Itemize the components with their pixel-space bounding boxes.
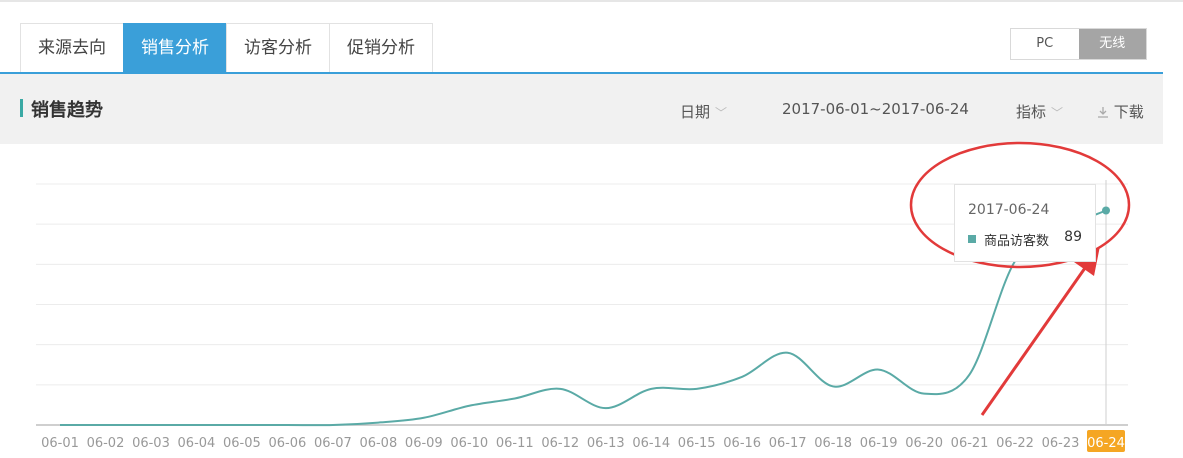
chevron-down-icon: ﹀ [1051,106,1064,120]
chart-tooltip: 2017-06-24 商品访客数 89 [954,184,1096,262]
x-tick-label: 06-10 [450,436,488,451]
metric-dropdown[interactable]: 指标 ﹀ [1016,101,1063,122]
x-tick-label: 06-05 [223,436,261,451]
x-tick-label: 06-22 [996,436,1034,451]
x-tick-label: 06-21 [951,436,989,451]
x-tick-label: 06-12 [541,436,579,451]
tab-promotion[interactable]: 促销分析 [329,23,433,73]
title-accent-bar [20,99,23,117]
x-tick-label: 06-07 [314,436,352,451]
date-dropdown-label: 日期 [680,103,711,121]
x-tick-label: 06-14 [632,436,670,451]
device-wireless-button[interactable]: 无线 [1078,29,1146,59]
chart-x-ticks: 06-01 06-02 06-03 06-04 06-05 06-06 06-07 06-08… [41,430,1125,452]
series-line-visitors [60,209,1107,427]
analysis-tabs: 来源去向 销售分析 访客分析 促销分析 [20,23,433,73]
download-button[interactable]: 下载 [1097,101,1144,122]
top-border [0,0,1183,2]
hover-data-point [1102,206,1110,215]
metric-dropdown-label: 指标 [1016,103,1047,121]
device-pc-button[interactable]: PC [1011,29,1079,59]
date-range: 2017-06-01~2017-06-24 [782,100,969,118]
date-dropdown[interactable]: 日期 ﹀ [680,101,727,122]
x-tick-label: 06-16 [723,436,761,451]
download-icon [1097,103,1114,121]
x-tick-label: 06-23 [1042,436,1080,451]
x-tick-label: 06-03 [132,436,170,451]
tab-sales[interactable]: 销售分析 [123,23,226,73]
panel-title: 销售趋势 [31,100,103,121]
tooltip-series-name: 商品访客数 [984,234,1050,249]
device-toggle: PC 无线 [1010,28,1147,60]
tooltip-series-value: 89 [1064,229,1082,245]
x-tick-label: 06-18 [814,436,852,451]
x-tick-label: 06-17 [769,436,807,451]
x-tick-label: 06-01 [41,436,79,451]
tooltip-series-swatch [968,235,976,243]
x-tick-label: 06-20 [905,436,943,451]
x-tick-label: 06-13 [587,436,625,451]
x-tick-label: 06-02 [87,436,125,451]
tab-source[interactable]: 来源去向 [20,23,123,73]
tooltip-date: 2017-06-24 [968,202,1050,218]
x-tick-label: 06-08 [359,436,397,451]
x-tick-label: 06-04 [178,436,216,451]
x-tick-label: 06-19 [860,436,898,451]
panel-header: 销售趋势 日期 ﹀ 2017-06-01~2017-06-24 指标 ﹀ 下载 [0,74,1163,144]
tab-visitor[interactable]: 访客分析 [226,23,329,73]
x-tick-label: 06-09 [405,436,443,451]
x-tick-label: 06-06 [269,436,307,451]
x-tick-label: 06-11 [496,436,534,451]
chevron-down-icon: ﹀ [715,106,728,120]
x-tick-label: 06-15 [678,436,716,451]
download-label: 下载 [1113,103,1144,121]
x-tick-label: 06-24 [1087,436,1125,451]
